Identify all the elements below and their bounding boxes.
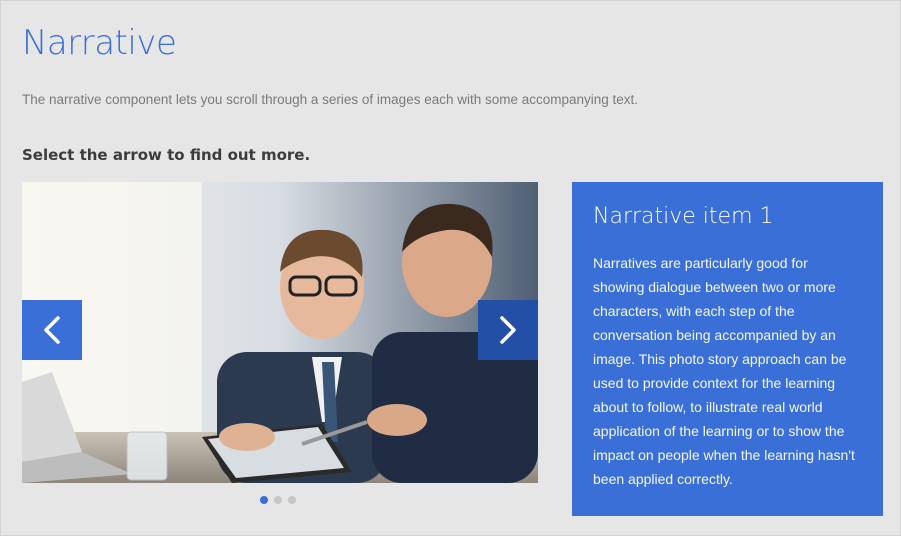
chevron-right-icon <box>500 316 516 344</box>
narrative-slider <box>22 182 538 483</box>
pagination-dot[interactable] <box>288 496 296 504</box>
pagination-dot[interactable] <box>274 496 282 504</box>
narrative-item-body: Narratives are particularly good for sho… <box>593 255 855 487</box>
instruction-text: Select the arrow to find out more. <box>22 146 311 164</box>
narrative-image <box>22 182 538 483</box>
narrative-component: Narrative The narrative component lets y… <box>0 0 901 536</box>
page-body-text: The narrative component lets you scroll … <box>22 92 639 107</box>
chevron-left-icon <box>44 316 60 344</box>
page-title: Narrative <box>22 23 177 63</box>
next-button[interactable] <box>478 300 538 360</box>
narrative-text-panel: Narrative item 1 Narratives are particul… <box>572 182 883 516</box>
slider-pagination <box>260 496 296 504</box>
previous-button[interactable] <box>22 300 82 360</box>
narrative-item-title: Narrative item 1 <box>593 204 774 229</box>
pagination-dot[interactable] <box>260 496 268 504</box>
